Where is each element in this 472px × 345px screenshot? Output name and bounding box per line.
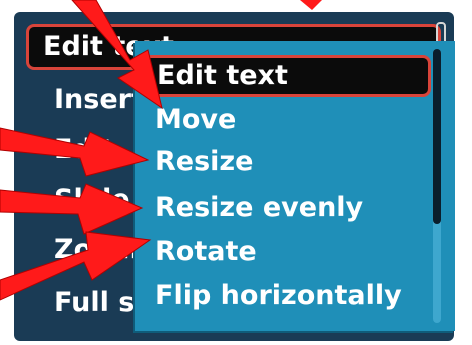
submenu-item-label: Move: [155, 104, 237, 135]
submenu-scroll-thumb[interactable]: [433, 49, 441, 224]
options-item-edit[interactable]: Edit: [54, 134, 114, 165]
options-item-zoom[interactable]: Zoom: [54, 234, 139, 265]
options-item-label: Zoom: [54, 234, 139, 265]
submenu-item-label: Resize evenly: [155, 192, 364, 223]
options-item-label: Insert: [54, 84, 144, 115]
options-item-slide[interactable]: Slide: [54, 184, 130, 215]
submenu-item-resize-evenly[interactable]: Resize evenly: [155, 191, 363, 225]
submenu-scrollbar[interactable]: [433, 49, 441, 323]
arrow-top-right-icon: [300, 0, 322, 10]
submenu-item-rotate[interactable]: Rotate: [155, 235, 257, 269]
options-item-insert[interactable]: Insert: [54, 84, 144, 115]
screen: Edit text › Insert Edit Slide Zoom Full …: [0, 0, 472, 345]
options-item-label: Edit: [54, 134, 114, 165]
submenu-item-label: Flip horizontally: [155, 280, 402, 311]
options-item-label: Slide: [54, 184, 130, 215]
submenu-item-flip-horizontally[interactable]: Flip horizontally: [155, 279, 402, 313]
submenu-item-label: Rotate: [155, 236, 257, 267]
edit-text-submenu: Edit text Move Resize Resize evenly Rota…: [135, 41, 455, 331]
submenu-item-move[interactable]: Move: [155, 103, 236, 137]
submenu-item-resize[interactable]: Resize: [155, 145, 253, 179]
submenu-item-edit-text[interactable]: Edit text: [143, 55, 431, 97]
submenu-item-label: Edit text: [157, 60, 288, 91]
submenu-item-label: Resize: [155, 146, 254, 177]
